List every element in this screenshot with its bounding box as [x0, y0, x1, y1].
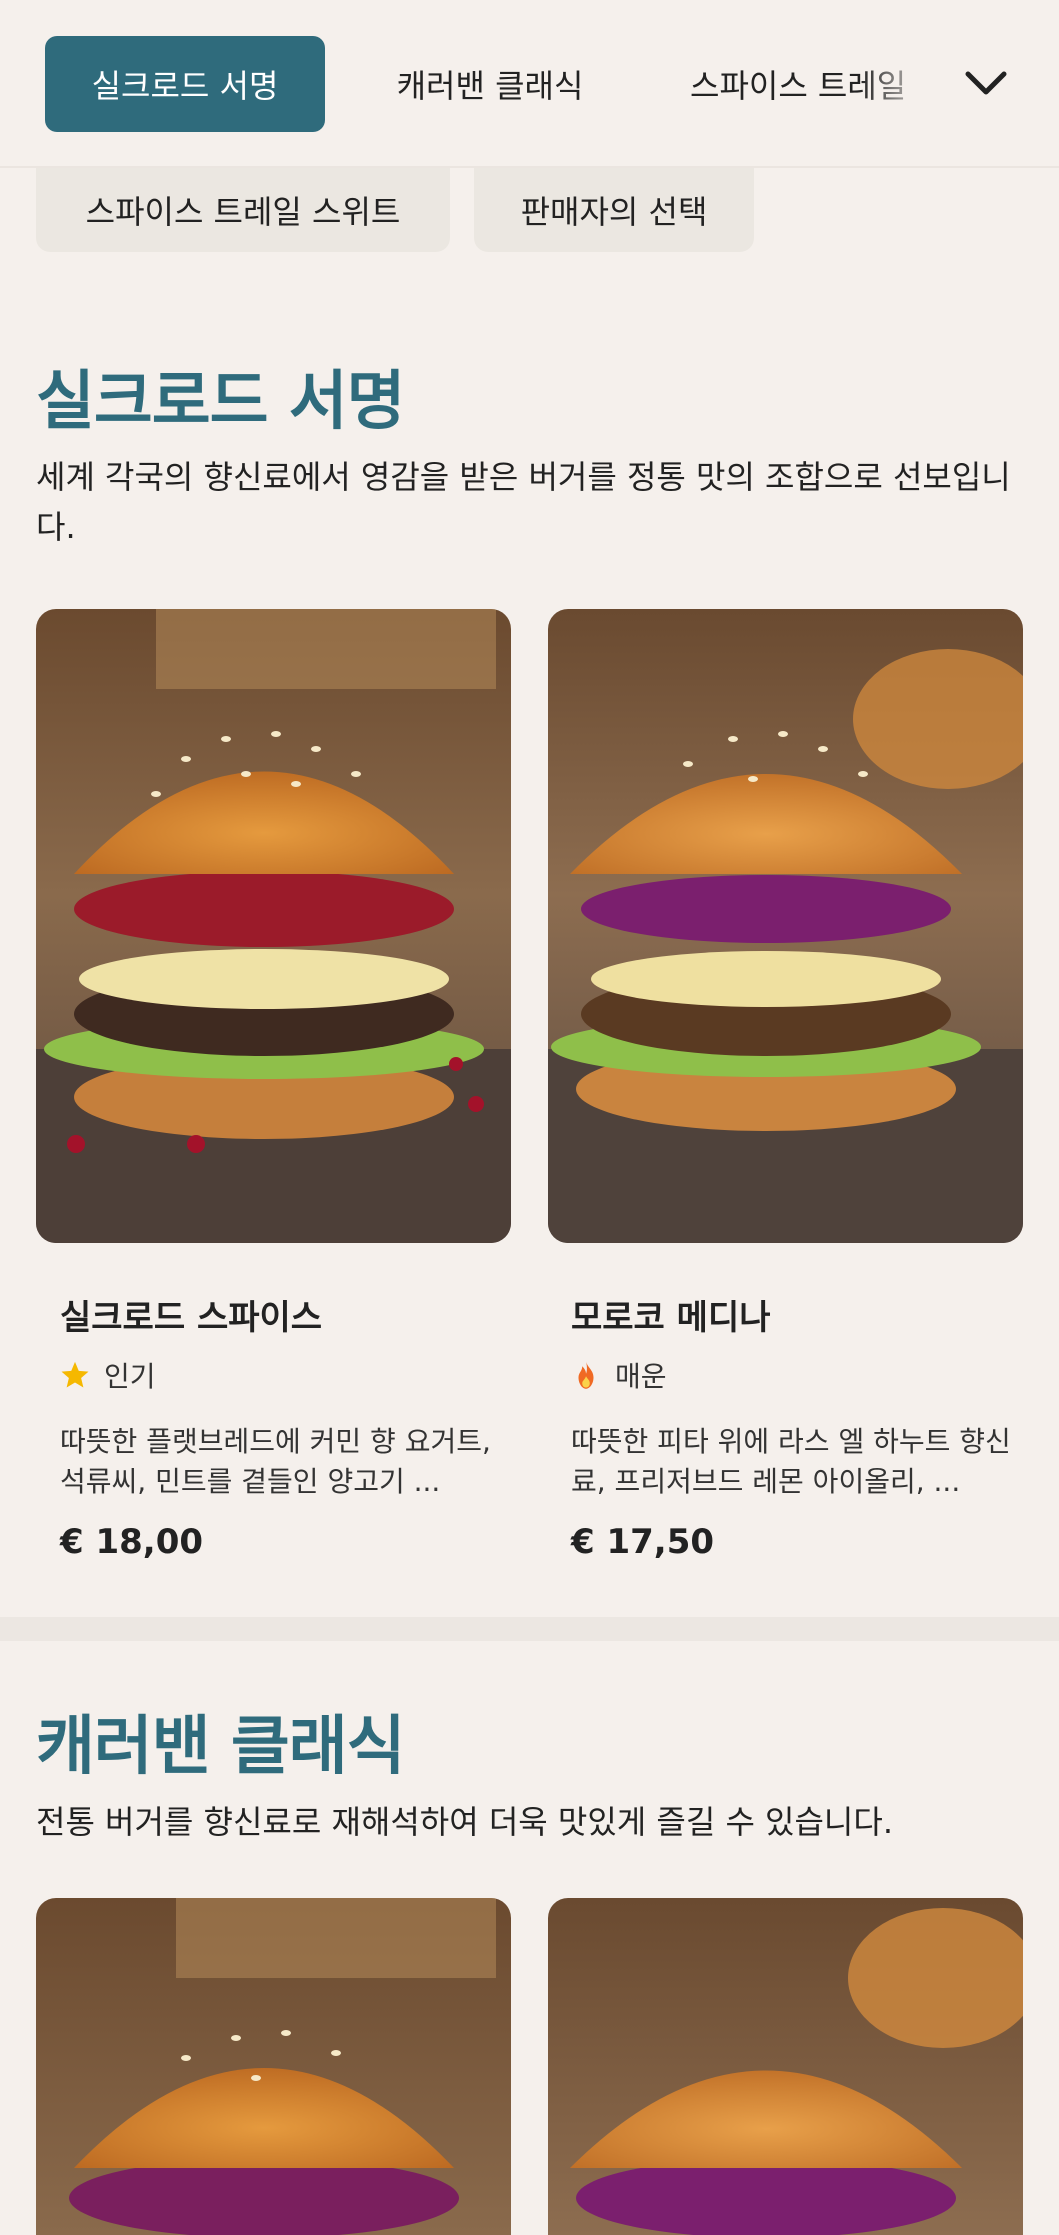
- section-description: 전통 버거를 향신료로 재해석하여 더욱 맛있게 즐길 수 있습니다.: [36, 1803, 893, 1841]
- menu-item-name: 실크로드 스파이스: [60, 1298, 323, 1338]
- popular-badge: 인기: [60, 1355, 156, 1395]
- category-tab-bar: 실크로드 서명 캐러밴 클래식 스파이스 트레일: [0, 0, 1059, 168]
- menu-item-description: 따뜻한 플랫브레드에 커민 향 요거트, 석류씨, 민트를 곁들인 양고기 ..…: [60, 1425, 491, 1498]
- chevron-down-icon[interactable]: [960, 58, 1012, 110]
- flame-icon: [578, 1361, 594, 1389]
- menu-item-price: € 18,00: [60, 1522, 204, 1562]
- spicy-badge: 매운: [571, 1355, 667, 1395]
- burger-photo[interactable]: [548, 609, 1023, 1243]
- section-title: 캐러밴 클래식: [36, 1710, 406, 1784]
- star-icon: [61, 1361, 89, 1388]
- chip-sellers-choice[interactable]: 판매자의 선택: [474, 168, 754, 252]
- section-divider: [0, 1617, 1059, 1641]
- burger-photo[interactable]: [36, 609, 511, 1243]
- menu-item-name: 모로코 메디나: [571, 1298, 771, 1338]
- tab-silk-road-signature[interactable]: 실크로드 서명: [45, 36, 325, 132]
- tab-overflow-fade: [860, 36, 950, 132]
- section-title: 실크로드 서명: [36, 365, 406, 439]
- burger-photo[interactable]: [548, 1898, 1023, 2235]
- badge-label: 매운: [615, 1360, 667, 1393]
- tab-caravan-classic[interactable]: 캐러밴 클래식: [370, 36, 610, 132]
- badge-label: 인기: [104, 1360, 156, 1393]
- menu-item-price: € 17,50: [571, 1522, 715, 1562]
- burger-photo[interactable]: [36, 1898, 511, 2235]
- menu-item-description: 따뜻한 피타 위에 라스 엘 하누트 향신료, 프리저브드 레몬 아이올리, .…: [571, 1425, 1011, 1498]
- section-description: 세계 각국의 향신료에서 영감을 받은 버거를 정통 맛의 조합으로 선보입니다…: [36, 458, 1011, 546]
- chip-spice-trail-suite[interactable]: 스파이스 트레일 스위트: [36, 168, 450, 252]
